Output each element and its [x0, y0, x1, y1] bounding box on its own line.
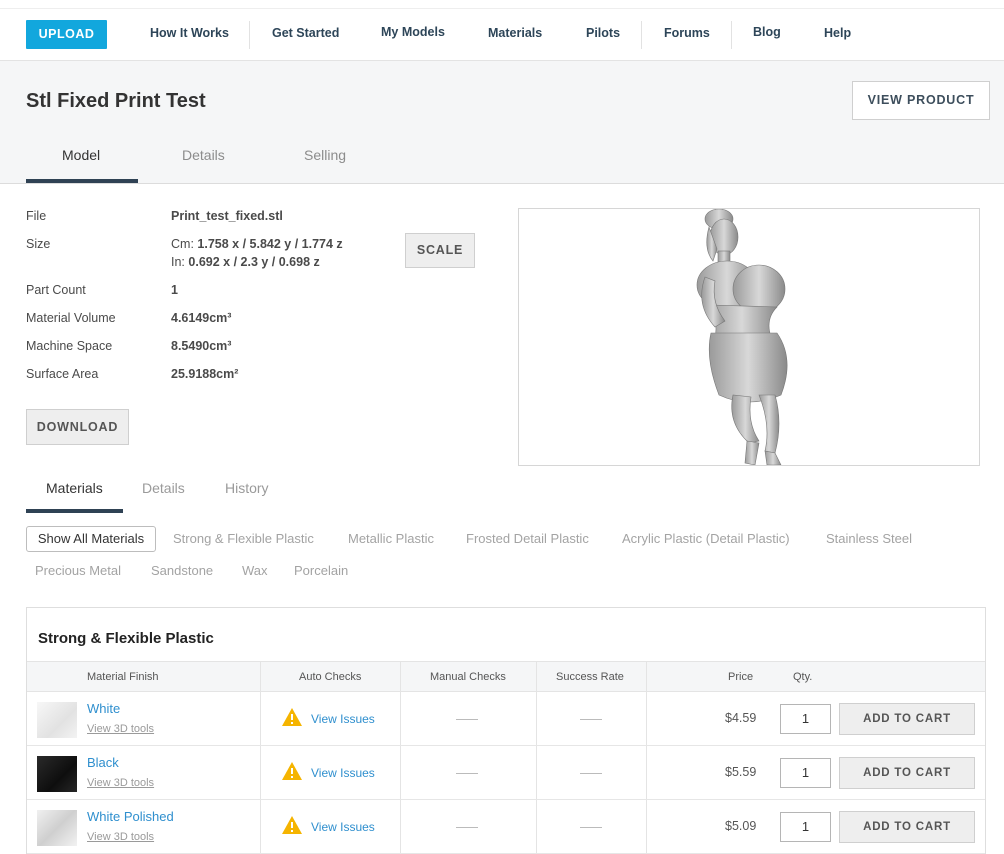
- nav-separator: [249, 21, 250, 49]
- nav-my-models[interactable]: My Models: [381, 25, 445, 39]
- add-to-cart-button[interactable]: ADD TO CART: [839, 703, 975, 735]
- size-in-prefix: In:: [171, 255, 185, 269]
- top-navigation: UPLOAD How It Works Get Started My Model…: [0, 0, 1004, 61]
- tab-model[interactable]: Model: [62, 147, 100, 163]
- nav-forums[interactable]: Forums: [664, 26, 710, 40]
- nav-separator: [641, 21, 642, 49]
- filter-show-all-materials[interactable]: Show All Materials: [26, 526, 156, 552]
- nav-materials[interactable]: Materials: [488, 26, 542, 40]
- table-header: Material Finish Auto Checks Manual Check…: [27, 661, 985, 692]
- table-row: White Polished View 3D tools View Issues…: [27, 800, 985, 854]
- model-header: Stl Fixed Print Test VIEW PRODUCT Model …: [0, 61, 1004, 184]
- manual-checks-empty: [456, 719, 478, 720]
- nav-separator: [731, 21, 732, 49]
- success-rate-empty: [580, 719, 602, 720]
- active-tab-indicator: [26, 179, 138, 183]
- filter-strong-flexible-plastic[interactable]: Strong & Flexible Plastic: [173, 531, 314, 546]
- quantity-input[interactable]: 1: [780, 758, 831, 788]
- manual-checks-empty: [456, 773, 478, 774]
- view-issues-link[interactable]: View Issues: [311, 820, 375, 834]
- table-row: Black View 3D tools View Issues $5.59 1 …: [27, 746, 985, 800]
- page-title: Stl Fixed Print Test: [26, 90, 206, 112]
- model-render: [696, 209, 788, 465]
- part-count-value: 1: [171, 283, 178, 297]
- col-auto-checks: Auto Checks: [299, 671, 362, 683]
- col-material-finish: Material Finish: [87, 671, 159, 683]
- nav-blog[interactable]: Blog: [753, 25, 781, 39]
- filter-frosted-detail-plastic[interactable]: Frosted Detail Plastic: [466, 531, 589, 546]
- size-label: Size: [26, 237, 51, 251]
- material-swatch: [37, 810, 77, 846]
- warning-icon: [282, 708, 302, 726]
- file-label: File: [26, 209, 47, 223]
- view-3d-tools-link[interactable]: View 3D tools: [87, 777, 154, 789]
- model-viewer[interactable]: [518, 208, 980, 466]
- material-section-card: Strong & Flexible Plastic Material Finis…: [26, 607, 986, 854]
- filter-porcelain[interactable]: Porcelain: [294, 563, 348, 578]
- material-swatch: [37, 756, 77, 792]
- material-section-title: Strong & Flexible Plastic: [38, 630, 214, 647]
- part-count-label: Part Count: [26, 283, 86, 297]
- filter-wax[interactable]: Wax: [242, 563, 268, 578]
- nav-how-it-works[interactable]: How It Works: [150, 26, 229, 40]
- view-issues-link[interactable]: View Issues: [311, 766, 375, 780]
- view-3d-tools-link[interactable]: View 3D tools: [87, 831, 154, 843]
- price-value: $4.59: [725, 711, 757, 725]
- table-row: White View 3D tools View Issues $4.59 1 …: [27, 692, 985, 746]
- col-success-rate: Success Rate: [556, 671, 624, 683]
- material-name-link[interactable]: White: [87, 701, 120, 716]
- upload-button[interactable]: UPLOAD: [26, 20, 107, 49]
- material-swatch: [37, 702, 77, 738]
- filter-precious-metal[interactable]: Precious Metal: [35, 563, 121, 578]
- tab-details[interactable]: Details: [182, 147, 225, 163]
- quantity-input[interactable]: 1: [780, 812, 831, 842]
- success-rate-empty: [580, 773, 602, 774]
- top-divider: [0, 8, 1004, 9]
- size-cm-prefix: Cm:: [171, 237, 194, 251]
- filter-metallic-plastic[interactable]: Metallic Plastic: [348, 531, 434, 546]
- price-value: $5.09: [725, 819, 757, 833]
- nav-get-started[interactable]: Get Started: [272, 26, 339, 40]
- download-button[interactable]: DOWNLOAD: [26, 409, 129, 445]
- tab-history[interactable]: History: [225, 480, 269, 496]
- view-issues-link[interactable]: View Issues: [311, 712, 375, 726]
- filter-acrylic-plastic[interactable]: Acrylic Plastic (Detail Plastic): [622, 531, 790, 546]
- size-in: In: 0.692 x / 2.3 y / 0.698 z: [171, 255, 320, 269]
- warning-icon: [282, 762, 302, 780]
- add-to-cart-button[interactable]: ADD TO CART: [839, 757, 975, 789]
- filter-stainless-steel[interactable]: Stainless Steel: [826, 531, 912, 546]
- tab-selling[interactable]: Selling: [304, 147, 346, 163]
- manual-checks-empty: [456, 827, 478, 828]
- scale-button[interactable]: SCALE: [405, 233, 475, 268]
- quantity-input[interactable]: 1: [780, 704, 831, 734]
- material-volume-value: 4.6149cm³: [171, 311, 232, 325]
- tab-materials-details[interactable]: Details: [142, 480, 185, 496]
- active-materials-tab-indicator: [26, 509, 123, 513]
- size-in-value: 0.692 x / 2.3 y / 0.698 z: [188, 255, 320, 269]
- machine-space-value: 8.5490cm³: [171, 339, 232, 353]
- size-cm-value: 1.758 x / 5.842 y / 1.774 z: [197, 237, 343, 251]
- tab-materials[interactable]: Materials: [46, 480, 103, 496]
- surface-area-label: Surface Area: [26, 367, 99, 381]
- col-price: Price: [728, 671, 754, 683]
- machine-space-label: Machine Space: [26, 339, 113, 353]
- file-value: Print_test_fixed.stl: [171, 209, 283, 223]
- surface-area-value: 25.9188cm²: [171, 367, 239, 381]
- nav-help[interactable]: Help: [824, 26, 851, 40]
- material-name-link[interactable]: White Polished: [87, 809, 174, 824]
- col-qty: Qty.: [793, 671, 813, 683]
- view-3d-tools-link[interactable]: View 3D tools: [87, 723, 154, 735]
- nav-pilots[interactable]: Pilots: [586, 26, 620, 40]
- filter-sandstone[interactable]: Sandstone: [151, 563, 213, 578]
- add-to-cart-button[interactable]: ADD TO CART: [839, 811, 975, 843]
- size-cm: Cm: 1.758 x / 5.842 y / 1.774 z: [171, 237, 343, 251]
- col-manual-checks: Manual Checks: [430, 671, 506, 683]
- warning-icon: [282, 816, 302, 834]
- view-product-button[interactable]: VIEW PRODUCT: [852, 81, 990, 120]
- material-volume-label: Material Volume: [26, 311, 116, 325]
- price-value: $5.59: [725, 765, 757, 779]
- success-rate-empty: [580, 827, 602, 828]
- material-name-link[interactable]: Black: [87, 755, 119, 770]
